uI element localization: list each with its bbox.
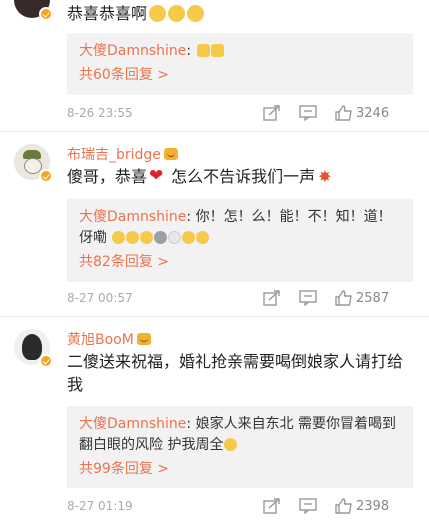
grin-emoji-icon (149, 5, 167, 22)
reply-author[interactable]: 大傻Damnshine (79, 209, 186, 225)
smile-emoji-icon (182, 231, 196, 244)
share-icon[interactable] (263, 290, 281, 306)
username[interactable]: 黄旭BooM (67, 329, 151, 349)
view-replies-link[interactable]: 共60条回复 > (79, 64, 401, 86)
avatar[interactable] (14, 329, 53, 368)
like-icon[interactable] (335, 498, 353, 514)
like-count: 3246 (356, 106, 390, 121)
share-icon[interactable] (263, 105, 281, 121)
comment-meta: 8-27 01:19 2398 (67, 497, 413, 517)
verified-badge-icon (39, 169, 53, 183)
comment-meta: 8-27 00:57 2587 (67, 289, 413, 309)
username[interactable]: 布瑞吉_bridge (67, 144, 178, 164)
verified-badge-icon (39, 354, 53, 368)
smirk-emoji-icon (140, 231, 154, 244)
comment-text: 二傻送来祝福，婚礼抢亲需要喝倒娘家人请打给我 (67, 352, 404, 394)
view-replies-link[interactable]: 共82条回复 > (79, 251, 401, 273)
cry-emoji-icon (112, 231, 126, 244)
comment-feed: 恭喜恭喜啊 大傻Damnshine: 共60条回复 > 8-26 23:55 3… (0, 0, 429, 527)
divider (0, 316, 429, 317)
reply-preview[interactable]: 大傻Damnshine: 共60条回复 > (67, 33, 413, 95)
comment-meta: 8-26 23:55 3246 (67, 104, 413, 124)
reply-author[interactable]: 大傻Damnshine (79, 416, 186, 432)
heart-emoji-icon (149, 165, 166, 188)
comment-icon[interactable] (299, 498, 317, 514)
clap-emoji-icon (196, 44, 210, 57)
boom-emoji-icon (317, 165, 334, 188)
timestamp: 8-26 23:55 (67, 106, 133, 120)
verified-badge-icon (39, 7, 53, 21)
fan-badge-icon (163, 148, 178, 160)
like-count: 2587 (356, 291, 390, 306)
timestamp: 8-27 00:57 (67, 291, 133, 305)
smirk-emoji-icon (224, 438, 238, 451)
grin-emoji-icon (168, 5, 186, 22)
comment-text: 傻哥，恭喜 怎么不告诉我们一声 (67, 165, 403, 188)
tears-emoji-icon (196, 231, 210, 244)
reply-author[interactable]: 大傻Damnshine (79, 43, 186, 59)
view-replies-link[interactable]: 共99条回复 > (79, 458, 401, 480)
comment-text: 恭喜恭喜啊 (67, 2, 403, 25)
share-icon[interactable] (263, 498, 281, 514)
like-icon[interactable] (335, 105, 353, 121)
avatar[interactable] (14, 144, 53, 183)
shout-emoji-icon (126, 231, 140, 244)
like-count: 2398 (356, 499, 390, 514)
grin-emoji-icon (187, 5, 205, 22)
divider (0, 131, 429, 132)
timestamp: 8-27 01:19 (67, 499, 133, 513)
fan-badge-icon (136, 333, 151, 345)
crown-emoji-icon (168, 231, 182, 244)
dizzy-emoji-icon (154, 231, 168, 244)
comment-icon[interactable] (299, 105, 317, 121)
comment-icon[interactable] (299, 290, 317, 306)
reply-preview[interactable]: 大傻Damnshine: 你！怎！么！能！不！知！道！ 伢嘞 共82条回复 > (67, 199, 413, 282)
like-icon[interactable] (335, 290, 353, 306)
reply-preview[interactable]: 大傻Damnshine: 娘家人来自东北 需要你冒着喝到翻白眼的风险 护我周全 … (67, 406, 413, 488)
avatar[interactable] (14, 0, 53, 21)
clap-emoji-icon (210, 44, 224, 57)
